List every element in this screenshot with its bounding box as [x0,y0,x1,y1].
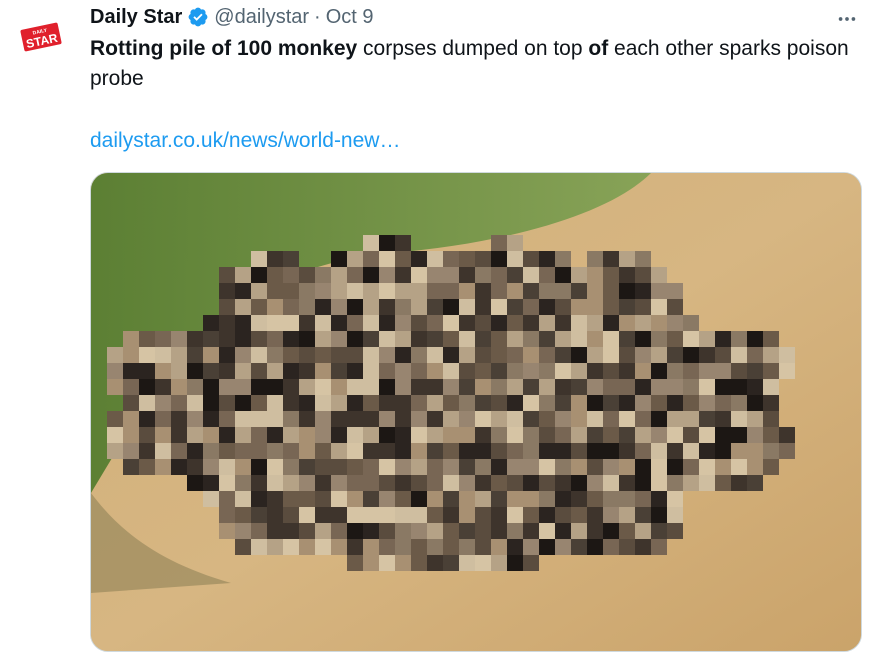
more-options-icon[interactable] [832,4,862,34]
user-handle[interactable]: @dailystar [214,6,309,29]
tweet-text-segment: Rotting pile of 100 monkey [90,37,358,60]
tweet-media-image[interactable] [90,172,862,652]
tweet-text-segment: corpses dumped on top [357,37,589,60]
avatar[interactable]: DAILY STAR [18,14,64,60]
verified-badge-icon [187,6,209,28]
tweet-text-segment: of [588,37,609,60]
tweet-timestamp[interactable]: Oct 9 [326,6,374,29]
article-link[interactable]: dailystar.co.uk/news/world-new… [90,126,862,156]
daily-star-logo-icon: DAILY STAR [20,22,62,52]
display-name[interactable]: Daily Star [90,6,182,29]
pixelated-photo [91,173,861,651]
tweet-header: Daily Star @dailystar · Oct 9 [90,0,862,34]
tweet-content: Daily Star @dailystar · Oct 9 Rotting pi… [90,0,862,156]
tweet[interactable]: DAILY STAR Daily Star @dailystar · Oct 9 [0,0,882,665]
tweet-text: Rotting pile of 100 monkey corpses dumpe… [90,34,860,94]
separator-dot: · [314,5,321,28]
